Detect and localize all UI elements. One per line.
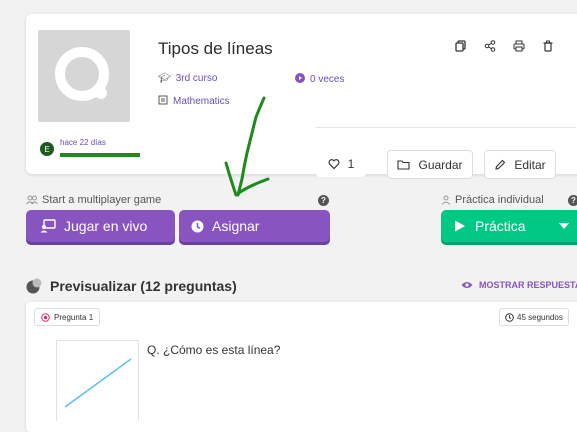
question-card: Pregunta 1 45 segundos Q. ¿Cómo es esta … [26,302,577,432]
grade-label: 3rd curso [175,73,218,84]
author-info: E hace 22 días [40,138,140,157]
play-icon [295,73,305,86]
caret-down-icon[interactable] [559,223,569,229]
help-icon[interactable]: ? [318,195,329,206]
save-label: Guardar [418,157,463,172]
person-icon [441,195,451,205]
print-icon [513,40,525,52]
practice-label: Práctica [475,218,526,234]
target-icon [41,312,50,322]
show-answers-button[interactable]: MOSTRAR RESPUESTAS [461,280,577,290]
present-icon [40,219,56,233]
created-date: hace 22 días [60,138,106,147]
avatar: E [40,142,54,156]
edit-button[interactable]: Editar [484,150,556,179]
time-badge: 45 segundos [499,308,569,326]
copy-button[interactable] [451,36,471,56]
header-divider [316,127,576,128]
assign-label: Asignar [212,218,260,234]
grade-info: 🎓︎ 3rd curso [158,73,217,84]
question-number: Pregunta 1 [54,312,94,322]
question-image [56,340,139,421]
preview-title: Previsualizar (12 preguntas) [50,278,237,294]
copy-icon [455,40,466,52]
clock-icon [191,220,204,232]
play-live-button[interactable]: Jugar en vivo [26,210,175,242]
users-icon [26,195,38,205]
quiz-thumbnail [38,30,130,122]
line-illustration [64,358,132,408]
individual-label: Práctica individual [455,194,544,206]
save-button[interactable]: Guardar [387,150,473,179]
show-answers-label: MOSTRAR RESPUESTAS [479,280,577,290]
subject-info: Mathematics [158,95,230,108]
quiz-title: Tipos de líneas [158,39,273,58]
trash-icon [543,40,553,52]
multiplayer-label: Start a multiplayer game [42,194,162,206]
quiz-tools [451,36,558,56]
clock-icon [505,312,514,322]
print-button[interactable] [509,36,529,56]
question-badge: Pregunta 1 [34,308,101,326]
delete-button[interactable] [538,36,558,56]
heart-icon [328,158,340,169]
quiz-header-card: Tipos de líneas 🎓︎ 3rd curso 0 veces Mat… [26,14,577,179]
cap-icon: 🎓︎ [158,73,171,84]
like-count: 1 [347,156,355,171]
annotation-arrow [224,96,270,197]
triangle-play-icon [455,220,465,232]
multiplayer-heading: Start a multiplayer game [26,194,161,206]
assign-button[interactable]: Asignar [179,210,330,242]
book-icon [158,95,168,108]
share-icon [484,40,496,52]
question-time: 45 segundos [517,312,563,322]
plays-info: 0 veces [295,73,344,86]
plays-label: 0 veces [310,74,345,85]
redacted-author-name [60,153,140,157]
practice-button[interactable]: Práctica [441,210,577,242]
play-live-label: Jugar en vivo [64,218,148,234]
like-button[interactable]: 1 [316,150,366,177]
help-icon-individual[interactable]: ? [568,195,577,206]
pencil-icon [495,159,506,170]
eye-icon [461,282,473,288]
quiz-logo-icon [55,47,109,101]
preview-icon [26,278,42,294]
folder-icon [397,160,411,170]
share-button[interactable] [480,36,500,56]
question-text: Q. ¿Cómo es esta línea? [147,343,281,357]
preview-heading: Previsualizar (12 preguntas) [26,278,237,294]
individual-heading: Práctica individual [441,194,544,206]
edit-label: Editar [514,157,546,172]
